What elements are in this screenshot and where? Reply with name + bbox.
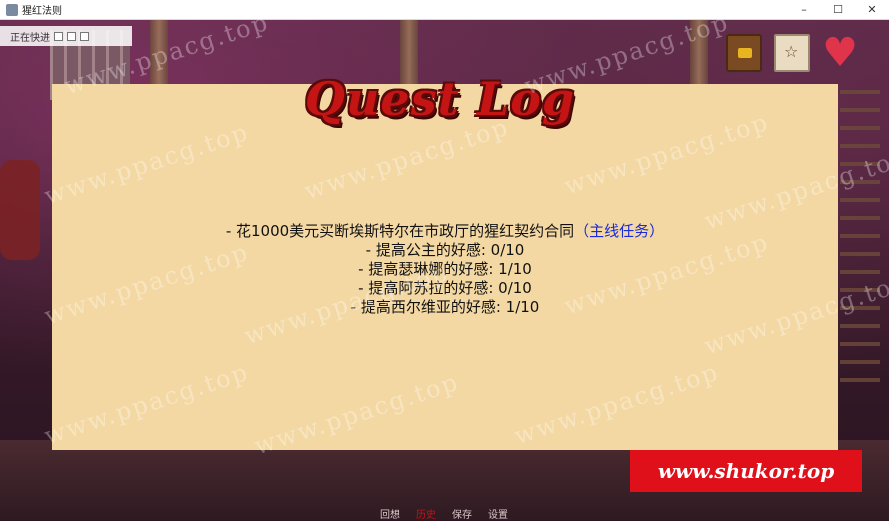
app-icon [6,3,18,16]
quick-menu-settings[interactable]: 设置 [488,506,508,521]
close-button[interactable]: ✕ [855,0,889,20]
quest-book-icon[interactable] [726,34,762,72]
quest-text: - 花1000美元买断埃斯特尔在市政厅的猩红契约合同 [225,222,575,240]
quest-item: - 提高西尔维亚的好感: 1/10 [350,298,540,316]
skip-box-icon [80,31,89,41]
skip-box-icon [54,31,63,41]
window-title: 猩红法则 [22,6,62,17]
watermark-stamp: www.shukor.top [630,450,862,492]
window-titlebar: 猩红法则 – ☐ ✕ [0,0,889,20]
quick-menu-save[interactable]: 保存 [452,506,472,521]
background-railing [840,90,880,390]
heart-icon[interactable]: ♥ [822,33,858,73]
maximize-button[interactable]: ☐ [821,0,855,20]
skip-indicator[interactable]: 正在快进 [0,26,132,46]
quick-menu: 回想 历史 保存 设置 [380,506,508,521]
minimize-button[interactable]: – [787,0,821,20]
window-controls: – ☐ ✕ [787,0,889,20]
quest-tag-main: （主线任务） [574,222,665,240]
background-chair [0,160,40,260]
skip-label: 正在快进 [10,32,50,44]
map-icon[interactable] [774,34,810,72]
quick-menu-history[interactable]: 历史 [416,506,436,521]
skip-box-icon [67,31,76,41]
quick-menu-rollback[interactable]: 回想 [380,506,400,521]
